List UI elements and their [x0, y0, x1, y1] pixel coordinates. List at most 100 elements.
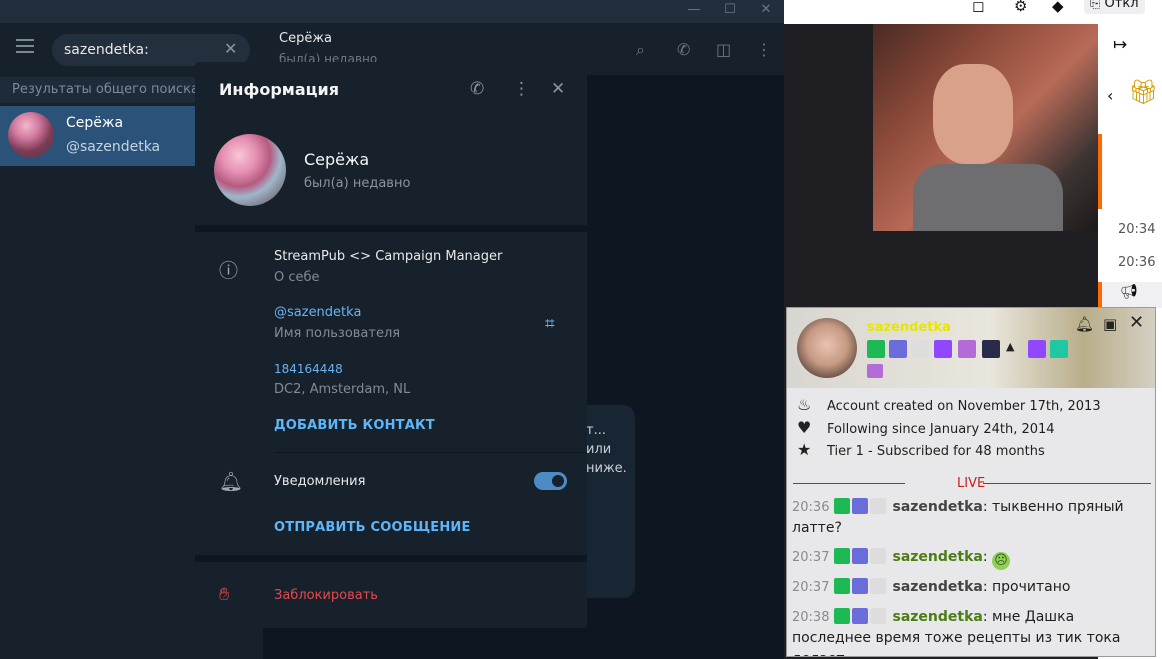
divider	[195, 225, 587, 232]
badge	[982, 340, 1000, 358]
subscription-row: ★ Tier 1 - Subscribed for 48 months	[797, 440, 1045, 459]
user-card-popup: sazendetka ▲ 🔔︎ ▣ ✕ ♨ Account created on …	[786, 307, 1156, 657]
streamer-face	[933, 64, 1013, 164]
following-row: ♥ Following since January 24th, 2014	[797, 418, 1055, 437]
webcam-video	[873, 24, 1098, 231]
user-id[interactable]: 184164448	[274, 362, 343, 376]
unfollow-button[interactable]: ⎘ Откл	[1084, 0, 1145, 14]
badge	[869, 578, 886, 594]
badge	[833, 498, 850, 514]
chat-message: 20:37 sazendetka: ☹	[792, 547, 1152, 570]
minimize-icon[interactable]: —	[684, 2, 704, 17]
result-name: Серёжа	[66, 115, 124, 131]
bio-label: О себе	[274, 270, 320, 285]
telegram-window: — ☐ ✕ sazendetka: ✕ Результаты общего по…	[0, 0, 784, 659]
notifications-toggle[interactable]	[534, 472, 567, 490]
send-message-button[interactable]: ОТПРАВИТЬ СООБЩЕНИЕ	[274, 520, 471, 535]
message-username[interactable]: sazendetka	[888, 579, 982, 595]
badge	[867, 340, 885, 358]
badge	[851, 578, 868, 594]
phone-icon[interactable]: ✆	[677, 40, 690, 59]
username-link[interactable]: @sazendetka	[274, 305, 361, 320]
sidebar-toggle-icon[interactable]: ◫	[716, 40, 731, 59]
badge	[833, 608, 850, 624]
badge	[869, 498, 886, 514]
user-card-header: sazendetka ▲ 🔔︎ ▣ ✕	[787, 308, 1155, 388]
following-text: Following since January 24th, 2014	[827, 422, 1055, 437]
announcement-row: 📢︎	[1098, 282, 1162, 308]
info-dialog: Информация ✆ ⋮ ✕ Серёжа был(а) недавно ⓘ…	[195, 62, 587, 628]
message-username[interactable]: sazendetka	[888, 609, 982, 625]
close-window-icon[interactable]: ✕	[756, 2, 776, 17]
unfollow-label: Откл	[1104, 0, 1139, 11]
square-icon[interactable]: ◻	[972, 0, 984, 15]
browser-topbar: ◻ ⚙ ◆ ⎘ Откл	[784, 0, 1162, 24]
profile-avatar[interactable]	[214, 134, 286, 206]
search-icon[interactable]: ⌕	[636, 40, 645, 60]
live-divider	[983, 483, 1151, 484]
phone-icon[interactable]: ✆	[470, 79, 484, 99]
badge	[869, 548, 886, 564]
add-contact-button[interactable]: ДОБАВИТЬ КОНТАКТ	[274, 418, 435, 433]
close-icon[interactable]: ✕	[551, 79, 565, 99]
dialog-title: Информация	[219, 80, 339, 99]
message-text: :	[982, 549, 993, 565]
badge	[833, 578, 850, 594]
user-avatar[interactable]	[797, 318, 857, 378]
badge	[911, 340, 929, 358]
divider	[274, 452, 587, 453]
clear-search-icon[interactable]: ✕	[224, 39, 237, 58]
close-icon[interactable]: ✕	[1129, 312, 1144, 333]
message-username[interactable]: sazendetka	[888, 549, 982, 565]
message-time: 20:36	[792, 500, 834, 515]
bell-icon: 🔔︎	[219, 471, 244, 493]
streamer-shirt	[913, 164, 1063, 231]
badge	[934, 340, 952, 358]
star-icon: ★	[797, 440, 812, 459]
result-username: @sazendetka	[66, 139, 161, 155]
user-card-username[interactable]: sazendetka	[867, 320, 951, 335]
chat-message: 20:36 sazendetka: тыквенно пряный латте?	[792, 497, 1152, 539]
bio-value: StreamPub <> Campaign Manager	[274, 249, 503, 264]
badge	[851, 498, 868, 514]
qr-code-icon[interactable]: ⌗	[545, 314, 555, 334]
collapse-chat-icon[interactable]: ↦	[1113, 35, 1127, 55]
divider	[195, 555, 587, 562]
account-created-row: ♨ Account created on November 17th, 2013	[797, 395, 1101, 414]
account-created-text: Account created on November 17th, 2013	[827, 399, 1101, 414]
live-divider	[793, 483, 905, 484]
block-button[interactable]: Заблокировать	[274, 588, 378, 603]
diamond-icon[interactable]: ◆	[1052, 0, 1064, 15]
chat-message: 20:38 sazendetka: мне Дашка последнее вр…	[792, 607, 1152, 656]
profile-name: Серёжа	[304, 150, 370, 169]
twitch-icon[interactable]: ▣	[1103, 315, 1117, 333]
chat-time: 20:36	[1118, 255, 1156, 270]
cake-icon: ♨	[797, 395, 812, 414]
info-icon: ⓘ	[219, 260, 239, 282]
badge	[1028, 340, 1046, 358]
badge: ▲	[1006, 340, 1015, 353]
title-bar: — ☐ ✕	[0, 0, 784, 23]
badge	[851, 608, 868, 624]
megaphone-icon: 📢︎	[1120, 284, 1138, 300]
more-icon[interactable]: ⋮	[756, 40, 772, 59]
hand-icon: ✋︎	[219, 584, 230, 605]
live-label: LIVE	[957, 476, 986, 491]
badge	[889, 340, 907, 358]
profile-status: был(а) недавно	[304, 176, 411, 191]
notifications-label: Уведомления	[274, 474, 366, 489]
badge	[1050, 340, 1068, 358]
datacenter-label: DC2, Amsterdam, NL	[274, 382, 411, 397]
maximize-icon[interactable]: ☐	[720, 2, 740, 17]
chevron-left-icon[interactable]: ‹	[1107, 86, 1113, 105]
gear-icon[interactable]: ⚙	[1014, 0, 1027, 15]
subscription-text: Tier 1 - Subscribed for 48 months	[827, 444, 1045, 459]
message-text: : прочитано	[982, 579, 1071, 595]
heart-icon: ♥	[797, 418, 812, 437]
message-time: 20:37	[792, 550, 834, 565]
bell-icon[interactable]: 🔔︎	[1075, 315, 1094, 333]
more-icon[interactable]: ⋮	[513, 79, 530, 99]
chat-title: Серёжа	[279, 31, 333, 46]
menu-icon[interactable]	[16, 39, 34, 57]
message-username[interactable]: sazendetka	[888, 499, 982, 515]
